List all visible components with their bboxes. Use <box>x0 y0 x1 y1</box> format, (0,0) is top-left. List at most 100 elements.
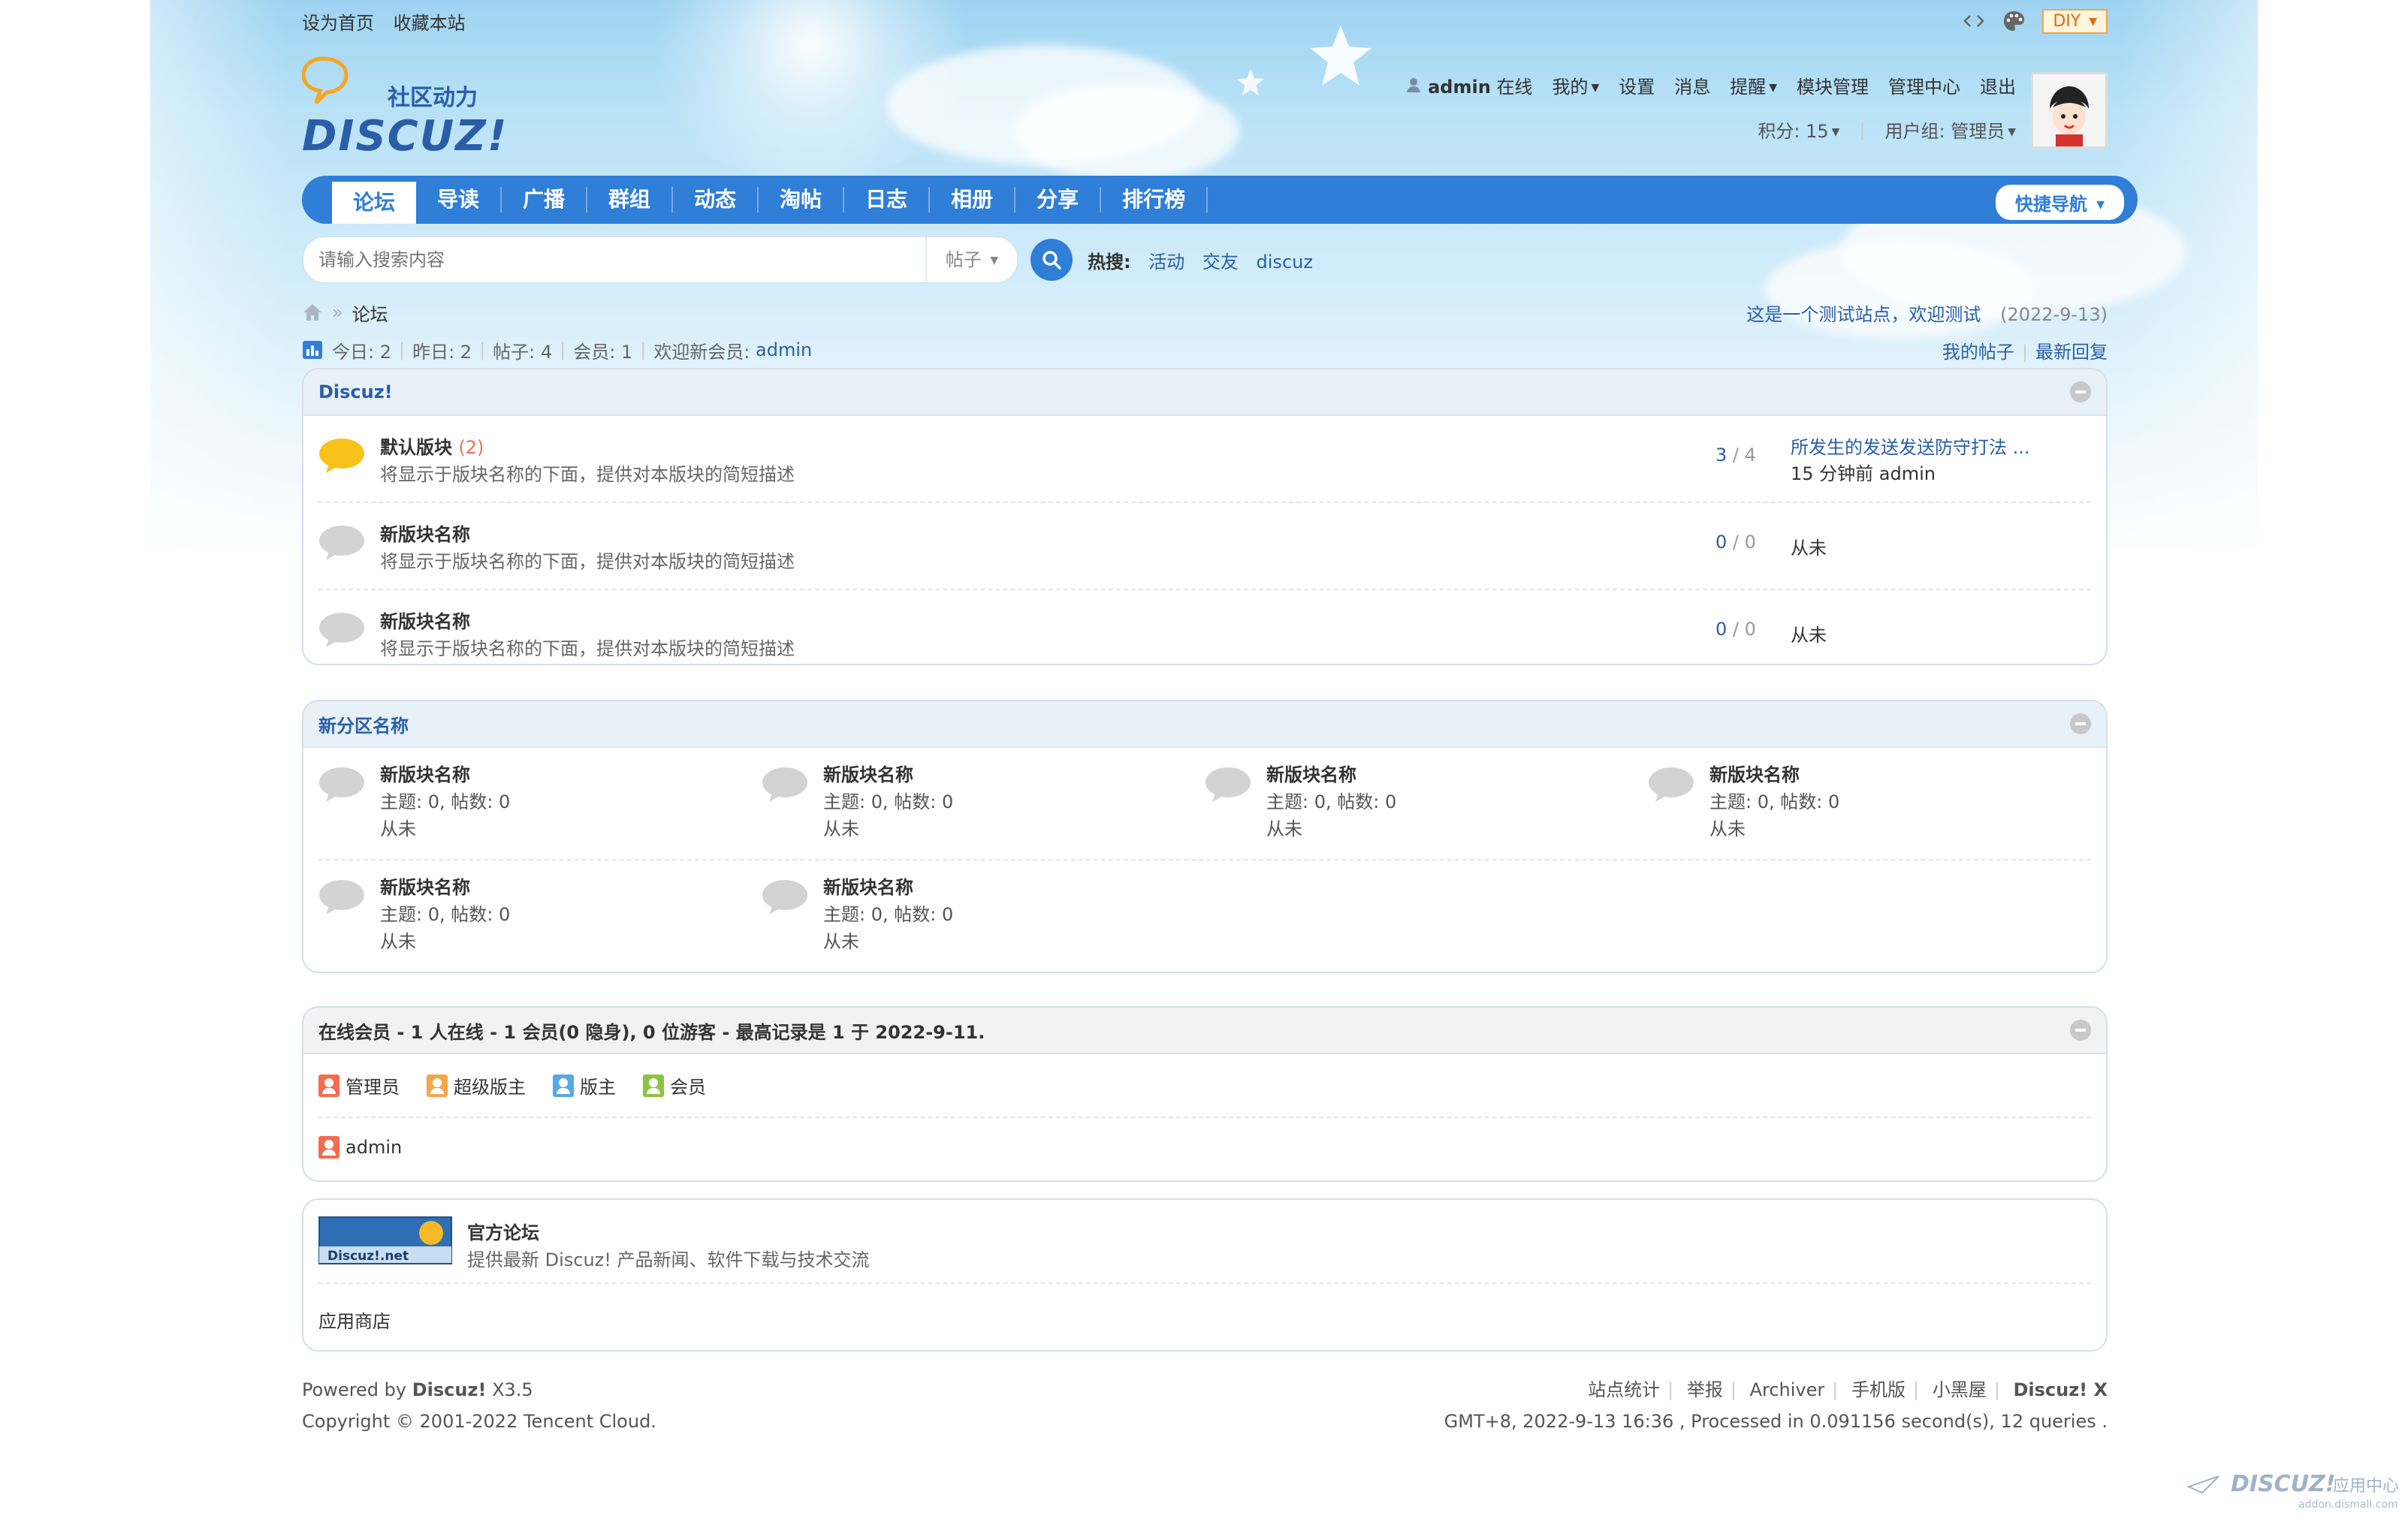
menu-messages[interactable]: 消息 <box>1674 72 1710 98</box>
home-icon[interactable] <box>302 303 323 322</box>
credits-menu[interactable]: 积分: 15 ▼ <box>1758 116 1839 143</box>
forum-stats: 主题: 0, 帖数: 0 <box>1709 791 1840 812</box>
logo-brand: DISCUZ! <box>302 112 508 158</box>
forum-name[interactable]: 新版块名称 <box>380 607 470 633</box>
search-input[interactable] <box>303 249 925 271</box>
discuz-net-badge[interactable]: Discuz!.net <box>318 1216 452 1264</box>
nav-groups[interactable]: 群组 <box>587 176 671 224</box>
nav-forum[interactable]: 论坛 <box>332 182 417 224</box>
footer-link-blacklist[interactable]: 小黑屋 <box>1933 1379 1987 1400</box>
user-nav: admin 在线 我的 ▼ 设置 消息 提醒 ▼ 模块管理 管理中心 退出 积分: … <box>1405 72 2108 149</box>
forum-name[interactable]: 新版块名称 <box>823 873 913 899</box>
new-member-link[interactable]: admin <box>756 339 812 360</box>
forum-icon[interactable] <box>318 879 365 916</box>
stats-left: 今日: 2 | 昨日: 2 | 帖子: 4 | 会员: 1 | 欢迎新会员: admin <box>302 337 812 363</box>
forum-icon[interactable] <box>318 766 365 803</box>
my-posts-link[interactable]: 我的帖子 <box>1942 342 2014 363</box>
footer-link-report[interactable]: 举报 <box>1687 1379 1723 1400</box>
hot-term[interactable]: 活动 <box>1148 252 1184 273</box>
powered-brand[interactable]: Discuz! <box>412 1379 487 1400</box>
forum-name[interactable]: 新版块名称 <box>380 520 470 546</box>
chevron-down-icon: ▼ <box>2008 126 2016 138</box>
forum-icon[interactable] <box>1205 766 1251 803</box>
category-header: Discuz! <box>303 369 2106 416</box>
diy-label: DIY <box>2053 11 2081 31</box>
forum-name[interactable]: 新版块名称 <box>1266 760 1356 786</box>
online-user[interactable]: admin <box>318 1136 402 1159</box>
online-user-list: admin <box>303 1118 2106 1177</box>
nav-share[interactable]: 分享 <box>1015 176 1100 224</box>
menu-module-admin[interactable]: 模块管理 <box>1797 72 1869 98</box>
top-bar-right: DIY ▼ <box>1963 8 2108 34</box>
forum-name[interactable]: 新版块名称 <box>1709 760 1800 786</box>
forum-icon[interactable] <box>318 611 365 649</box>
stats-icon <box>303 341 322 359</box>
app-store-link[interactable]: 应用商店 <box>303 1284 2106 1350</box>
category-title[interactable]: 新分区名称 <box>318 711 409 737</box>
palette-icon[interactable] <box>2002 9 2026 33</box>
footer-link-archiver[interactable]: Archiver <box>1750 1379 1825 1400</box>
menu-settings[interactable]: 设置 <box>1619 72 1655 98</box>
collapse-icon[interactable] <box>2070 381 2091 402</box>
code-toggle-icon[interactable] <box>1963 12 1985 30</box>
bookmark-link[interactable]: 收藏本站 <box>394 13 466 34</box>
forum-name[interactable]: 新版块名称 <box>380 873 470 899</box>
forum-stats: 主题: 0, 帖数: 0 <box>380 904 511 925</box>
last-post: 从未 <box>1791 538 1827 559</box>
forum-stats: 主题: 0, 帖数: 0 <box>380 791 511 812</box>
search-button[interactable] <box>1030 239 1073 281</box>
nav-collections[interactable]: 淘帖 <box>759 176 843 224</box>
quick-nav-button[interactable]: 快捷导航 ▼ <box>1995 185 2124 220</box>
collapse-icon[interactable] <box>2070 1020 2091 1041</box>
nav-blog[interactable]: 日志 <box>844 176 928 224</box>
hot-term[interactable]: discuz <box>1257 252 1313 273</box>
footer-link-stats[interactable]: 站点统计 <box>1588 1379 1660 1400</box>
diy-button[interactable]: DIY ▼ <box>2042 8 2108 34</box>
stat-yesterday: 昨日: 2 <box>412 341 472 363</box>
forum-counts: 0 / 0 <box>1715 619 1756 640</box>
footer-brand[interactable]: Discuz! X <box>2013 1379 2108 1400</box>
site-logo[interactable]: 社区动力 DISCUZ! <box>302 53 527 158</box>
breadcrumb-current: 论坛 <box>352 303 388 325</box>
nav-feed[interactable]: 动态 <box>673 176 757 224</box>
category-title[interactable]: Discuz! <box>318 381 393 402</box>
footer-link-mobile[interactable]: 手机版 <box>1851 1379 1906 1400</box>
nav-album[interactable]: 相册 <box>930 176 1014 224</box>
forum-icon[interactable] <box>318 524 365 562</box>
forum-name[interactable]: 新版块名称 <box>823 760 913 786</box>
nav-guide[interactable]: 导读 <box>416 176 500 224</box>
logo-tagline: 社区动力 <box>388 85 478 111</box>
forum-new-icon[interactable] <box>318 437 365 475</box>
nav-broadcast[interactable]: 广播 <box>502 176 586 224</box>
nav-ranking[interactable]: 排行榜 <box>1101 176 1206 224</box>
search-type-select[interactable]: 帖子 ▼ <box>925 237 1017 282</box>
menu-admin-center[interactable]: 管理中心 <box>1888 72 1960 98</box>
username-link[interactable]: admin <box>1428 77 1491 98</box>
menu-reminders[interactable]: 提醒 ▼ <box>1730 72 1777 98</box>
header: 社区动力 DISCUZ! admin 在线 我的 ▼ 设置 消息 提醒 ▼ 模块管理… <box>302 53 2108 158</box>
forum-name[interactable]: 默认版块 (2) <box>380 432 484 459</box>
user-icon <box>1407 78 1421 92</box>
set-home-link[interactable]: 设为首页 <box>302 13 374 34</box>
hot-label: 热搜: <box>1088 251 1131 273</box>
collapse-icon[interactable] <box>2070 713 2091 734</box>
friend-links: Discuz!.net 官方论坛 提供最新 Discuz! 产品新闻、软件下载与… <box>302 1198 2108 1352</box>
forum-icon[interactable] <box>762 879 808 916</box>
credits-label: 积分: 15 <box>1758 121 1829 142</box>
forum-icon[interactable] <box>762 766 808 803</box>
forum-name[interactable]: 新版块名称 <box>380 760 470 786</box>
online-title: 在线会员 - 1 人在线 - 1 会员(0 隐身), 0 位游客 - 最高记录是… <box>318 1021 985 1043</box>
avatar[interactable] <box>2031 72 2108 149</box>
forum-description: 将显示于版块名称的下面，提供对本版块的简短描述 <box>380 638 795 659</box>
latest-replies-link[interactable]: 最新回复 <box>2035 342 2108 363</box>
usergroup-menu[interactable]: 用户组: 管理员 ▼ <box>1885 116 2017 143</box>
menu-logout[interactable]: 退出 <box>1980 72 2016 98</box>
hot-term[interactable]: 交友 <box>1202 252 1239 273</box>
forum-icon[interactable] <box>1648 766 1694 803</box>
legend-member: 会员 <box>643 1072 706 1099</box>
link-name[interactable]: 官方论坛 <box>467 1218 539 1244</box>
menu-my[interactable]: 我的 ▼ <box>1552 72 1599 98</box>
last-post-link[interactable]: 所发生的发送发送防守打法 ... <box>1791 437 2030 458</box>
notice-link[interactable]: 这是一个测试站点，欢迎测试 <box>1746 304 1981 325</box>
forum-row: 新版块名称 将显示于版块名称的下面，提供对本版块的简短描述 0 / 0 从未 <box>318 590 2091 664</box>
